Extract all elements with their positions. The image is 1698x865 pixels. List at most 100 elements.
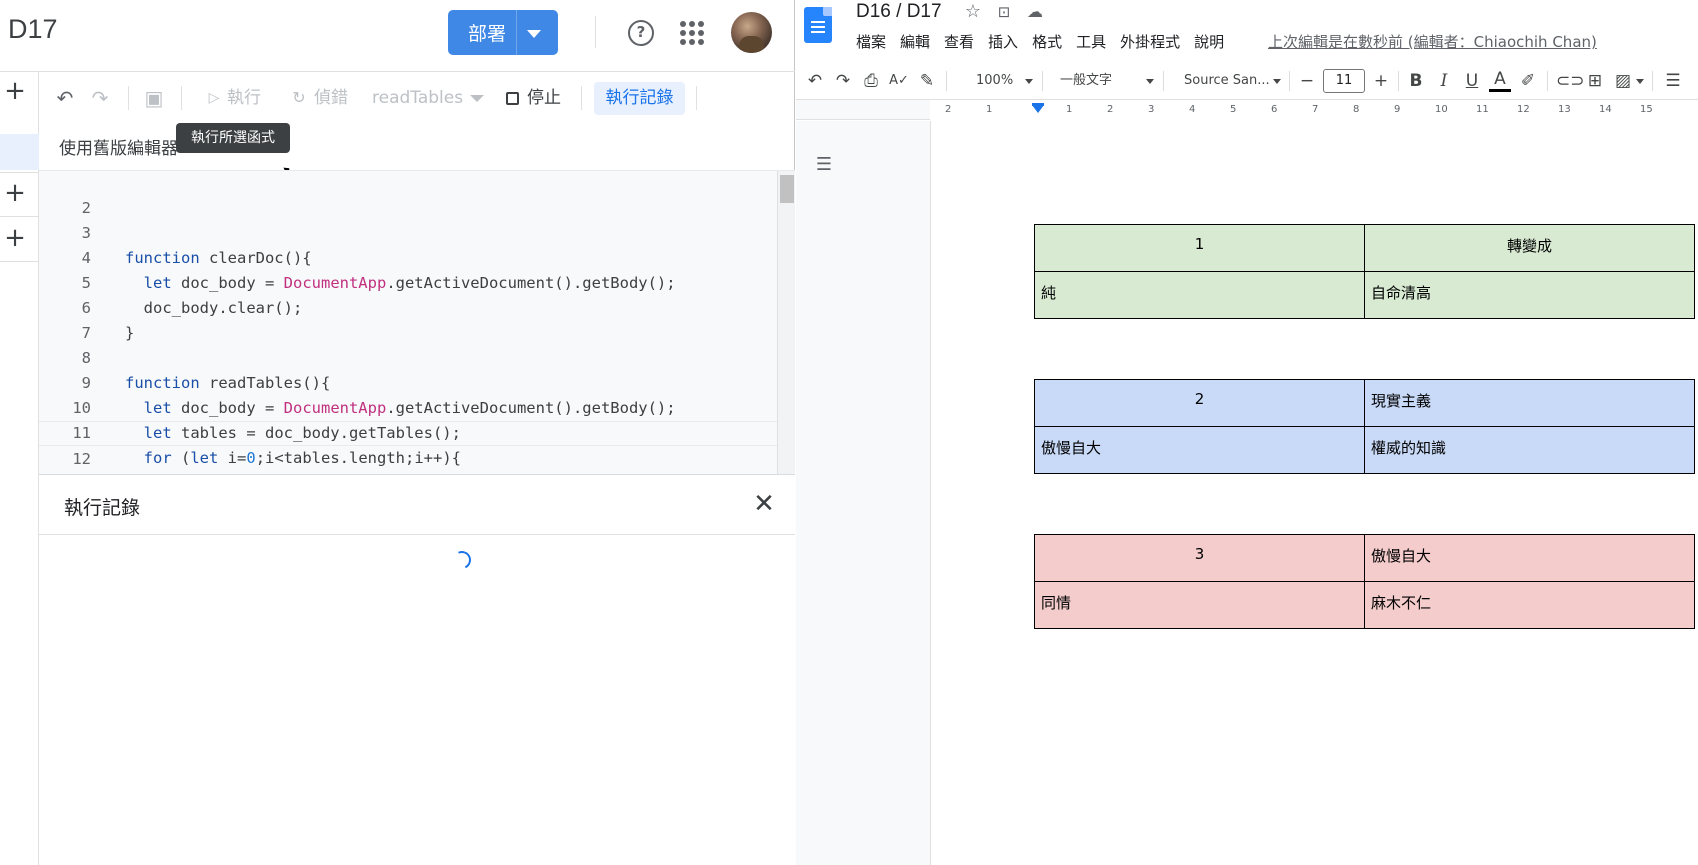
toolbar-divider [181, 86, 182, 110]
ruler-label: 10 [1435, 104, 1448, 115]
code-line: 6 } [39, 271, 795, 342]
menu-addons[interactable]: 外掛程式 [1120, 31, 1180, 53]
increase-font-size-icon[interactable]: + [1370, 70, 1392, 92]
code-line: 7 [39, 296, 795, 342]
account-avatar[interactable] [731, 12, 772, 53]
ruler-label: 6 [1271, 104, 1278, 115]
document-outline-icon[interactable]: ☰ [813, 154, 835, 176]
function-select[interactable]: readTables [372, 87, 463, 109]
table-cell[interactable]: 純 [1034, 271, 1365, 319]
table-cell[interactable]: 2 [1034, 379, 1365, 427]
undo-icon[interactable]: ↶ [53, 86, 77, 110]
insert-link-icon[interactable]: ⊂⊃ [1556, 70, 1585, 92]
add-file-icon[interactable]: + [4, 78, 26, 104]
toolbar-divider [1163, 71, 1164, 91]
google-apps-icon[interactable] [680, 21, 704, 45]
zoom-caret-icon[interactable] [1025, 79, 1033, 84]
selected-file-highlight[interactable] [0, 134, 39, 170]
help-icon[interactable]: ? [628, 20, 654, 46]
document-title[interactable]: D16 / D17 [856, 1, 942, 23]
add-service-icon[interactable]: + [4, 225, 26, 251]
redo-icon[interactable]: ↷ [88, 86, 112, 110]
rail-divider [0, 172, 39, 173]
add-comment-icon[interactable]: ⊞ [1584, 70, 1606, 92]
ruler-label: 8 [1353, 104, 1360, 115]
table-cell[interactable]: 現實主義 [1364, 379, 1695, 427]
doc-table-1[interactable]: 1 轉變成 純 自命清高 [1034, 224, 1695, 319]
paint-format-icon[interactable]: ✎ [916, 70, 938, 92]
last-edit-link[interactable]: 上次編輯是在數秒前 (編輯者：Chiaochih Chan) [1268, 31, 1597, 53]
menu-tools[interactable]: 工具 [1076, 31, 1106, 53]
add-library-icon[interactable]: + [4, 180, 26, 206]
italic-button[interactable]: I [1433, 70, 1455, 92]
apps-script-pane: D17 部署 ? + + + ↶ ↷ ▣ ▷ 執行 ↻ 偵錯 readTable… [0, 0, 795, 865]
execution-log-button[interactable]: 執行記錄 [594, 82, 685, 115]
table-cell[interactable]: 傲慢自大 [1034, 426, 1365, 474]
menu-edit[interactable]: 編輯 [900, 31, 930, 53]
menu-help[interactable]: 說明 [1194, 31, 1224, 53]
font-size-input[interactable]: 11 [1323, 69, 1365, 93]
zoom-select[interactable]: 100% [976, 72, 1013, 90]
table-cell[interactable]: 自命清高 [1364, 271, 1695, 319]
image-caret-icon[interactable] [1636, 79, 1644, 84]
move-folder-icon[interactable]: ⊡ [994, 2, 1014, 22]
table-cell[interactable]: 同情 [1034, 581, 1365, 629]
print-icon[interactable]: ⎙ [860, 70, 882, 92]
doc-table-2[interactable]: 2 現實主義 傲慢自大 權威的知識 [1034, 379, 1695, 474]
table-row: 2 現實主義 [1034, 379, 1695, 427]
decrease-font-size-icon[interactable]: − [1296, 70, 1318, 92]
deploy-button[interactable]: 部署 [448, 10, 558, 55]
cloud-status-icon[interactable]: ☁ [1025, 2, 1045, 22]
table-cell[interactable]: 3 [1034, 534, 1365, 582]
table-cell[interactable]: 轉變成 [1364, 224, 1695, 272]
editor-scrollbar[interactable] [777, 171, 795, 474]
undo-icon[interactable]: ↶ [804, 70, 826, 92]
close-icon[interactable]: ✕ [752, 491, 776, 517]
text-color-button[interactable]: A [1489, 70, 1511, 92]
underline-button[interactable]: U [1461, 70, 1483, 92]
font-caret-icon[interactable] [1273, 79, 1281, 84]
spellcheck-icon[interactable]: A✓ [888, 70, 910, 92]
scrollbar-thumb[interactable] [780, 175, 794, 203]
project-title[interactable]: D17 [8, 14, 58, 45]
docs-logo-icon[interactable] [804, 7, 832, 43]
align-icon[interactable]: ☰ [1662, 70, 1684, 92]
document-page[interactable]: 1 轉變成 純 自命清高 2 現實主義 傲慢自大 權威的知識 3 傲慢自大 同情… [930, 121, 1698, 865]
style-caret-icon[interactable] [1146, 79, 1154, 84]
paragraph-style-select[interactable]: 一般文字 [1060, 72, 1112, 90]
font-select[interactable]: Source San... [1184, 72, 1270, 90]
stop-button[interactable]: 停止 [527, 87, 561, 109]
left-indent-handle[interactable] [1032, 105, 1044, 113]
code-editor[interactable]: 2 3 function clearDoc(){ 4 let doc_body … [39, 170, 795, 474]
insert-image-icon[interactable]: ▨ [1612, 70, 1634, 92]
table-cell[interactable]: 1 [1034, 224, 1365, 272]
table-cell[interactable]: 權威的知識 [1364, 426, 1695, 474]
save-icon[interactable]: ▣ [142, 86, 166, 110]
menu-view[interactable]: 查看 [944, 31, 974, 53]
bold-button[interactable]: B [1405, 70, 1427, 92]
deploy-dropdown-arrow-icon[interactable] [527, 30, 541, 38]
table-cell[interactable]: 傲慢自大 [1364, 534, 1695, 582]
doc-table-3[interactable]: 3 傲慢自大 同情 麻木不仁 [1034, 534, 1695, 629]
table-cell[interactable]: 麻木不仁 [1364, 581, 1695, 629]
ruler-label: 2 [945, 104, 952, 115]
code-line-active: 12 │ Logger.log(tables[i].getText()) [39, 421, 795, 468]
star-icon[interactable]: ☆ [963, 2, 983, 22]
function-select-caret-icon[interactable] [470, 95, 484, 102]
redo-icon[interactable]: ↷ [832, 70, 854, 92]
menu-file[interactable]: 檔案 [856, 31, 886, 53]
table-row: 1 轉變成 [1034, 224, 1695, 272]
highlight-icon[interactable]: ✐ [1517, 70, 1539, 92]
menu-format[interactable]: 格式 [1032, 31, 1062, 53]
deploy-label: 部署 [468, 23, 507, 45]
toolbar-divider [946, 71, 947, 91]
toolbar-divider [1398, 71, 1399, 91]
toolbar-divider [696, 86, 697, 110]
menu-insert[interactable]: 插入 [988, 31, 1018, 53]
run-button[interactable]: 執行 [227, 87, 261, 109]
ruler[interactable]: 2 1 1 2 3 4 5 6 7 8 9 10 11 12 13 14 15 [796, 100, 1698, 120]
ruler-label: 5 [1230, 104, 1237, 115]
debug-button[interactable]: 偵錯 [314, 87, 348, 109]
code-line: 4 let doc_body = DocumentApp.getActiveDo… [39, 221, 795, 292]
use-legacy-editor-link[interactable]: 使用舊版編輯器 [59, 134, 178, 159]
